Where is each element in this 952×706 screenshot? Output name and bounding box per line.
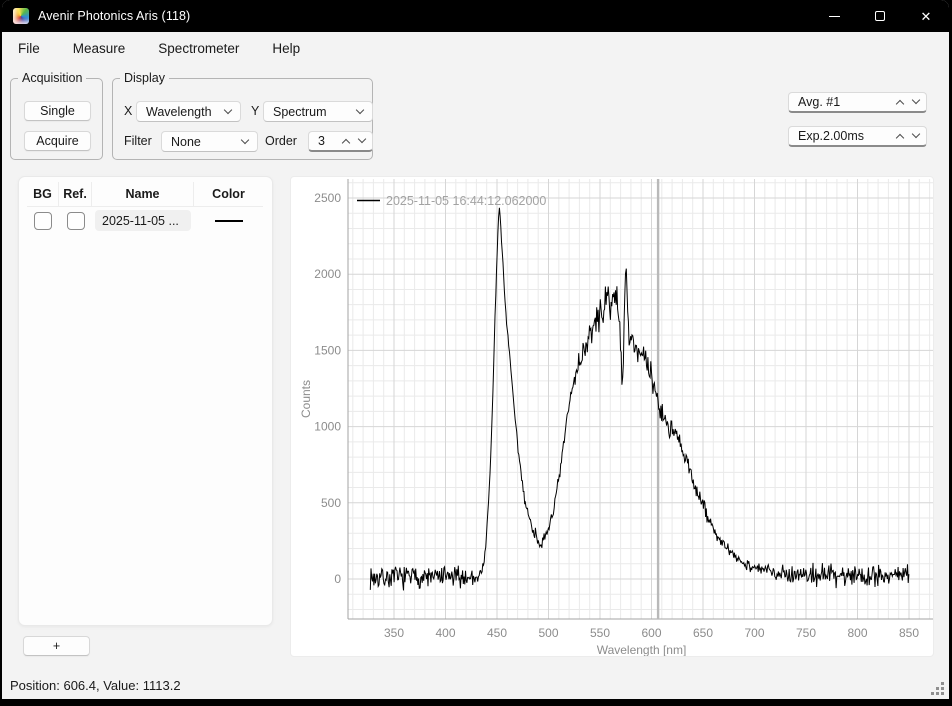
close-icon: ✕: [921, 10, 932, 23]
column-header-color: Color: [194, 182, 263, 206]
svg-text:2000: 2000: [314, 267, 341, 281]
chart-tick-labels: 350 400 450 500 550 600 650 700 750 800 850 0 500 100…: [314, 191, 919, 640]
window-title: Avenir Photonics Aris (118): [38, 9, 190, 23]
color-swatch[interactable]: [215, 220, 243, 222]
table-row: 2025-11-05 ...: [27, 208, 263, 233]
display-group-label: Display: [120, 71, 169, 86]
acquisition-group: Acquisition Single Acquire: [10, 78, 103, 160]
order-spinner[interactable]: 3: [308, 131, 373, 152]
resize-grip-icon[interactable]: [931, 682, 944, 695]
menu-help[interactable]: Help: [270, 38, 302, 59]
chevron-down-icon: [224, 105, 232, 113]
x-axis-select[interactable]: Wavelength: [136, 101, 241, 122]
avg-spinner[interactable]: Avg. #1: [788, 92, 927, 113]
exposure-spinner-value: Exp.2.00ms: [798, 129, 864, 143]
y-axis-select[interactable]: Spectrum: [263, 101, 373, 122]
app-icon: [13, 8, 29, 24]
svg-text:800: 800: [847, 626, 867, 640]
svg-text:500: 500: [321, 496, 341, 510]
maximize-button[interactable]: [857, 0, 903, 32]
spectrum-name[interactable]: 2025-11-05 ...: [95, 210, 191, 231]
titlebar: Avenir Photonics Aris (118) ✕: [2, 0, 949, 32]
svg-text:750: 750: [796, 626, 816, 640]
x-axis-title: Wavelength [nm]: [597, 643, 687, 657]
app-window: Avenir Photonics Aris (118) ✕ File Measu…: [2, 0, 949, 699]
spin-up-icon[interactable]: [896, 134, 904, 142]
x-axis-label: X: [124, 104, 132, 118]
add-spectrum-button[interactable]: +: [23, 636, 90, 656]
filter-select[interactable]: None: [161, 131, 258, 152]
svg-text:2025-11-05 16:44:12.062000: 2025-11-05 16:44:12.062000: [386, 194, 546, 208]
exposure-spinner[interactable]: Exp.2.00ms: [788, 126, 927, 147]
svg-text:400: 400: [435, 626, 455, 640]
menu-spectrometer[interactable]: Spectrometer: [156, 38, 241, 59]
y-axis-title: Counts: [299, 380, 313, 418]
column-header-ref: Ref.: [59, 182, 92, 206]
svg-text:450: 450: [487, 626, 507, 640]
status-position-value: Position: 606.4, Value: 1113.2: [10, 678, 181, 693]
svg-text:550: 550: [590, 626, 610, 640]
minimize-icon: [829, 16, 840, 17]
display-group: Display X Wavelength Y Spectrum Filter N…: [112, 78, 373, 160]
minimize-button[interactable]: [811, 0, 857, 32]
order-spinner-value: 3: [318, 134, 325, 148]
svg-text:0: 0: [334, 572, 341, 586]
svg-text:600: 600: [641, 626, 661, 640]
single-button[interactable]: Single: [24, 101, 91, 121]
chart-legend: 2025-11-05 16:44:12.062000: [357, 194, 546, 208]
maximize-icon: [875, 11, 885, 21]
spin-down-icon[interactable]: [358, 135, 366, 143]
svg-text:2500: 2500: [314, 191, 341, 205]
menubar: File Measure Spectrometer Help: [2, 32, 949, 64]
avg-spinner-value: Avg. #1: [798, 95, 840, 109]
chart-grid: [348, 179, 934, 619]
order-label: Order: [265, 134, 297, 148]
spin-up-icon[interactable]: [342, 139, 350, 147]
svg-text:1500: 1500: [314, 343, 341, 357]
spectrum-plot[interactable]: 350 400 450 500 550 600 650 700 750 800 850 0 500 100…: [291, 177, 934, 657]
svg-text:500: 500: [538, 626, 558, 640]
y-axis-select-value: Spectrum: [273, 105, 327, 119]
svg-text:350: 350: [384, 626, 404, 640]
table-header: BG Ref. Name Color: [27, 182, 263, 207]
spectra-list-panel: BG Ref. Name Color 2025-11-05 ...: [18, 176, 273, 626]
menu-file[interactable]: File: [16, 38, 42, 59]
chevron-down-icon: [241, 135, 249, 143]
x-axis-select-value: Wavelength: [146, 105, 212, 119]
svg-text:650: 650: [693, 626, 713, 640]
svg-text:1000: 1000: [314, 420, 341, 434]
menu-measure[interactable]: Measure: [71, 38, 128, 59]
svg-text:850: 850: [899, 626, 919, 640]
window-controls: ✕: [811, 0, 949, 32]
spin-down-icon[interactable]: [912, 130, 920, 138]
acquire-button[interactable]: Acquire: [24, 131, 91, 151]
close-button[interactable]: ✕: [903, 0, 949, 32]
ref-checkbox[interactable]: [67, 212, 85, 230]
chevron-down-icon: [356, 105, 364, 113]
spin-up-icon[interactable]: [896, 100, 904, 108]
acquisition-group-label: Acquisition: [18, 71, 86, 86]
y-axis-label: Y: [251, 104, 259, 118]
column-header-bg: BG: [27, 182, 59, 206]
column-header-name: Name: [92, 182, 194, 206]
svg-text:700: 700: [744, 626, 764, 640]
filter-select-value: None: [171, 135, 201, 149]
chart-panel: 350 400 450 500 550 600 650 700 750 800 850 0 500 100…: [290, 176, 934, 657]
bg-checkbox[interactable]: [34, 212, 52, 230]
filter-label: Filter: [124, 134, 152, 148]
spin-down-icon[interactable]: [912, 96, 920, 104]
